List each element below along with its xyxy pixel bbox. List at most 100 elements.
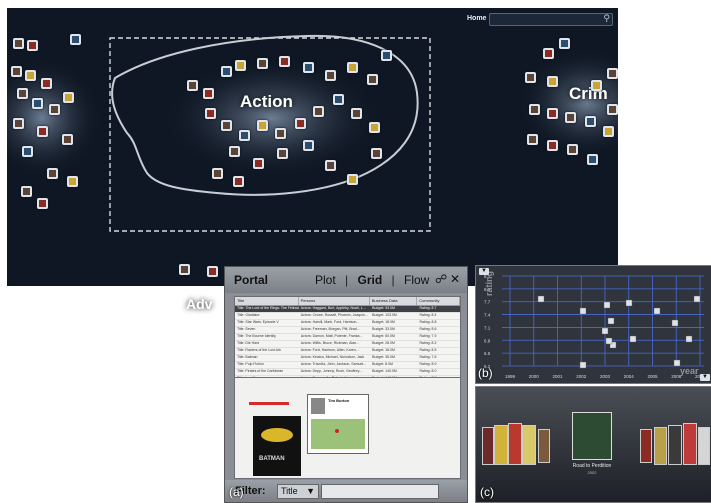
movie-marker[interactable] [579, 361, 587, 369]
movie-marker[interactable] [673, 359, 681, 367]
location-map[interactable] [311, 419, 365, 449]
cover-thumbnail[interactable] [522, 425, 536, 465]
movie-thumbnail[interactable] [333, 94, 344, 105]
movie-thumbnail[interactable] [187, 80, 198, 91]
table-row[interactable]: Title: The Lord of the Rings: The Fellow… [235, 306, 460, 313]
movie-marker[interactable] [579, 307, 587, 315]
selected-cover[interactable] [572, 412, 612, 460]
movie-thumbnail[interactable] [587, 154, 598, 165]
filter-input[interactable] [321, 484, 439, 499]
movie-marker[interactable] [653, 307, 661, 315]
movie-thumbnail[interactable] [13, 118, 24, 129]
movie-thumbnail[interactable] [205, 108, 216, 119]
movie-thumbnail[interactable] [49, 104, 60, 115]
table-row[interactable]: Title: Batman Actors: Keaton, Michael, Ni… [235, 355, 460, 362]
home-link[interactable]: Home [467, 15, 486, 22]
movie-thumbnail[interactable] [32, 98, 43, 109]
movie-thumbnail[interactable] [67, 176, 78, 187]
movie-thumbnail[interactable] [529, 104, 540, 115]
movie-marker[interactable] [685, 335, 693, 343]
timeline-plot-panel[interactable]: 8.1 8.0 7.7 7.4 7.1 6.8 6.5 6.2 1999 2000 2001 2002… [475, 265, 711, 384]
movie-thumbnail[interactable] [277, 148, 288, 159]
table-row[interactable]: Title: Raiders of the Lost Ark Actors: Fo… [235, 348, 460, 355]
movie-marker[interactable] [625, 299, 633, 307]
movie-thumbnail[interactable] [37, 198, 48, 209]
movie-thumbnail[interactable] [37, 126, 48, 137]
movie-thumbnail[interactable] [303, 140, 314, 151]
search-icon[interactable]: ⚲ [603, 13, 610, 24]
movie-thumbnail[interactable] [25, 70, 36, 81]
cover-thumbnail[interactable] [538, 429, 550, 463]
movie-thumbnail[interactable] [22, 146, 33, 157]
movie-thumbnail[interactable] [547, 76, 558, 87]
movie-thumbnail[interactable] [203, 88, 214, 99]
movie-thumbnail[interactable] [257, 120, 268, 131]
table-row[interactable]: Title: Die Hard Actors: Willis, Bruce, Ri… [235, 341, 460, 348]
movie-thumbnail[interactable] [233, 176, 244, 187]
movie-thumbnail[interactable] [239, 130, 250, 141]
tab-flow[interactable]: Flow [404, 273, 429, 287]
movie-thumbnail[interactable] [381, 50, 392, 61]
cover-thumbnail[interactable] [508, 423, 522, 465]
movie-thumbnail[interactable] [603, 126, 614, 137]
movie-marker[interactable] [671, 319, 679, 327]
movie-thumbnail[interactable] [62, 134, 73, 145]
cluster-label-action[interactable]: Action [240, 92, 293, 112]
column-header-community[interactable]: Community [417, 297, 460, 305]
movie-thumbnail[interactable] [367, 74, 378, 85]
filter-field-select[interactable]: Title ▼ [277, 484, 319, 499]
movie-thumbnail[interactable] [229, 146, 240, 157]
movie-thumbnail[interactable] [27, 40, 38, 51]
movie-thumbnail[interactable] [212, 168, 223, 179]
movie-thumbnail[interactable] [21, 186, 32, 197]
movie-thumbnail[interactable] [313, 106, 324, 117]
movie-thumbnail[interactable] [70, 34, 81, 45]
rating-year-plot[interactable]: 8.18.07.77.47.16.86.56.21999 2000 2001 2002… [476, 266, 711, 383]
movie-thumbnail[interactable] [17, 88, 28, 99]
movie-thumbnail[interactable] [347, 62, 358, 73]
cover-thumbnail[interactable] [482, 427, 494, 465]
movie-galaxy-canvas[interactable]: Home ⚲ Action Crim [7, 8, 618, 286]
portal-panel[interactable]: Portal Plot | Grid | Flow ☍ ✕ Title Pers… [224, 266, 468, 503]
movie-marker[interactable] [601, 327, 609, 335]
movie-thumbnail[interactable] [325, 160, 336, 171]
column-header-persons[interactable]: Persons [299, 297, 370, 305]
cover-thumbnail[interactable] [654, 427, 667, 465]
tab-grid[interactable]: Grid [358, 273, 383, 287]
movie-thumbnail[interactable] [565, 112, 576, 123]
table-row[interactable]: Title: Star Wars: Episode V Actors: Hamil… [235, 320, 460, 327]
expand-down-icon[interactable]: ▼ [700, 374, 710, 381]
movie-thumbnail[interactable] [607, 68, 618, 79]
movie-thumbnail[interactable] [257, 58, 268, 69]
table-row[interactable]: Title: Pirates of the Caribbean Actors: D… [235, 369, 460, 376]
tab-plot[interactable]: Plot [315, 273, 336, 287]
movie-thumbnail[interactable] [221, 66, 232, 77]
cover-thumbnail[interactable] [494, 425, 508, 465]
movie-thumbnail[interactable] [369, 122, 380, 133]
movie-thumbnail[interactable] [607, 104, 618, 115]
cover-thumbnail[interactable] [640, 429, 652, 463]
movie-thumbnail[interactable] [279, 56, 290, 67]
cover-thumbnail[interactable] [698, 427, 710, 465]
movie-thumbnail[interactable] [221, 120, 232, 131]
movie-thumbnail[interactable] [63, 92, 74, 103]
close-icon[interactable]: ✕ [450, 272, 460, 286]
movie-thumbnail[interactable] [303, 62, 314, 73]
movie-thumbnail[interactable] [41, 78, 52, 89]
movie-marker[interactable] [605, 337, 613, 345]
column-header-business[interactable]: Business Data [370, 297, 418, 305]
cover-flow-panel[interactable]: Road to Perdition 2002 [475, 386, 711, 503]
movie-poster[interactable]: BATMAN [253, 416, 301, 476]
movie-thumbnail[interactable] [547, 140, 558, 151]
movie-marker[interactable] [603, 301, 611, 309]
search-input[interactable]: ⚲ [489, 13, 613, 26]
collapse-down-icon[interactable]: ▼ [479, 268, 489, 275]
cluster-label-adventure[interactable]: Adv [186, 296, 212, 312]
table-row[interactable]: Title: Seven Actors: Freeman, Morgan, Pit… [235, 327, 460, 334]
movie-thumbnail[interactable] [47, 168, 58, 179]
movie-thumbnail[interactable] [567, 144, 578, 155]
movie-thumbnail[interactable] [525, 72, 536, 83]
cover-thumbnail[interactable] [668, 425, 682, 465]
movie-thumbnail[interactable] [371, 148, 382, 159]
movie-thumbnail[interactable] [591, 80, 602, 91]
